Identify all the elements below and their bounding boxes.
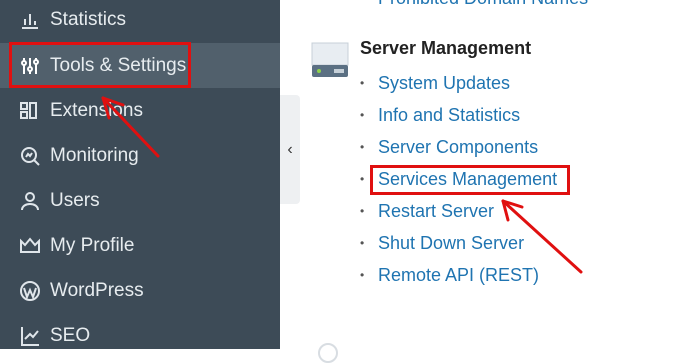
sidebar-item-label: Users [50, 189, 100, 211]
section-title: Server Management [360, 38, 532, 58]
crown-icon [18, 234, 42, 258]
bar-chart-icon [18, 8, 42, 32]
seo-icon [18, 324, 42, 348]
remote-api-link[interactable]: Remote API (REST) [378, 265, 539, 286]
system-updates-link[interactable]: System Updates [378, 73, 510, 94]
sidebar-item-seo[interactable]: SEO [0, 313, 280, 358]
tools-settings-highlight [9, 42, 191, 88]
sidebar-item-label: My Profile [50, 234, 135, 256]
sidebar-item-monitoring[interactable]: Monitoring [0, 133, 280, 178]
server-icon [308, 37, 352, 81]
server-components-link[interactable]: Server Components [378, 137, 538, 158]
list-item: • Restart Server [360, 196, 494, 226]
sidebar-item-wordpress[interactable]: WordPress [0, 268, 280, 313]
next-section-icon [318, 343, 338, 363]
sidebar-item-statistics[interactable]: Statistics [0, 0, 280, 42]
sidebar-item-users[interactable]: Users [0, 178, 280, 223]
sidebar-item-label: Extensions [50, 99, 143, 121]
user-icon [18, 189, 42, 213]
extensions-icon [18, 99, 42, 123]
bullet-icon: • [360, 204, 365, 218]
chevron-left-icon: ‹ [287, 140, 293, 158]
list-item: • Remote API (REST) [360, 260, 539, 290]
sidebar-item-extensions[interactable]: Extensions [0, 88, 280, 133]
restart-server-link[interactable]: Restart Server [378, 201, 494, 222]
sidebar-item-my-profile[interactable]: My Profile [0, 223, 280, 268]
list-item: • System Updates [360, 68, 510, 98]
monitoring-icon [18, 144, 42, 168]
list-item: • Server Components [360, 132, 538, 162]
sidebar-item-label: WordPress [50, 279, 144, 301]
sidebar-collapse-button[interactable]: ‹ [280, 95, 300, 204]
bullet-icon: • [360, 236, 365, 250]
bullet-icon: • [360, 76, 365, 90]
sidebar-item-label: Statistics [50, 8, 127, 30]
wordpress-icon [18, 279, 42, 303]
prohibited-domain-names-link[interactable]: Prohibited Domain Names [378, 0, 588, 9]
info-statistics-link[interactable]: Info and Statistics [378, 105, 520, 126]
shut-down-server-link[interactable]: Shut Down Server [378, 233, 524, 254]
sidebar-item-label: SEO [50, 324, 91, 346]
bullet-icon: • [360, 108, 365, 122]
list-item: • Shut Down Server [360, 228, 524, 258]
list-item: • Info and Statistics [360, 100, 520, 130]
services-management-highlight [370, 165, 570, 195]
bullet-icon: • [360, 268, 365, 282]
sidebar-item-label: Monitoring [50, 144, 139, 166]
bullet-icon: • [360, 140, 365, 154]
